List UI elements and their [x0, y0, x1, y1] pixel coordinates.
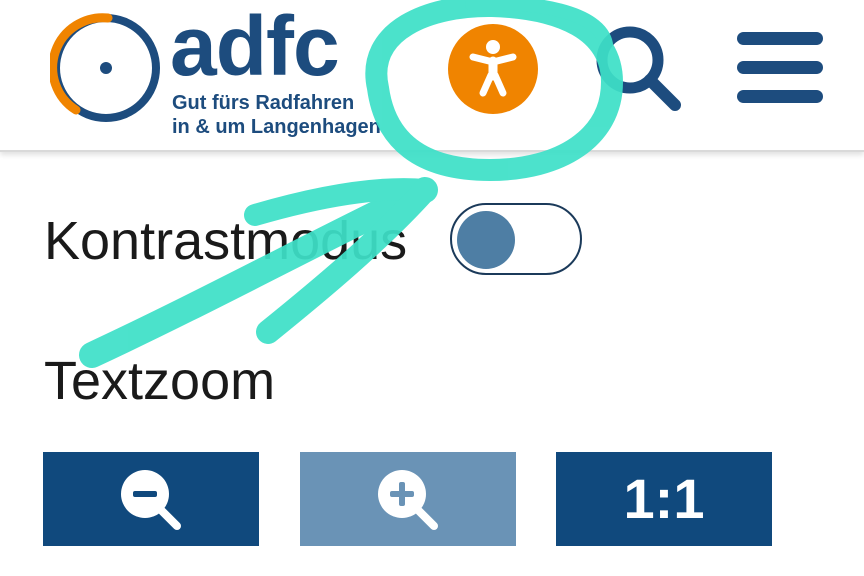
menu-bar-middle: [737, 61, 823, 74]
contrast-mode-label: Kontrastmodus: [44, 211, 408, 271]
menu-bar-top: [737, 32, 823, 45]
zoom-in-button[interactable]: [300, 452, 516, 546]
zoom-reset-label: 1:1: [623, 467, 705, 530]
adfc-wheel-logo-icon: [50, 13, 160, 122]
contrast-mode-toggle[interactable]: [450, 203, 582, 275]
zoom-reset-button[interactable]: 1:1: [556, 452, 772, 546]
accessibility-person-icon: [469, 40, 517, 97]
hamburger-menu-button[interactable]: [737, 30, 823, 106]
logo-tagline-line2: in & um Langenhagen: [172, 116, 381, 138]
menu-bar-bottom: [737, 90, 823, 103]
zoom-out-button[interactable]: [43, 452, 259, 546]
logo-tagline-line1: Gut fürs Radfahren: [172, 92, 355, 114]
adfc-logo[interactable]: adfc Gut fürs Radfahren in & um Langenha…: [50, 4, 390, 142]
accessibility-button[interactable]: [448, 24, 538, 114]
search-button[interactable]: [590, 20, 690, 120]
site-header: adfc Gut fürs Radfahren in & um Langenha…: [0, 0, 864, 152]
textzoom-label: Textzoom: [44, 351, 276, 411]
search-icon: [596, 26, 681, 111]
zoom-out-icon: [121, 470, 181, 530]
zoom-in-icon: [378, 470, 438, 530]
toggle-knob: [457, 211, 515, 269]
logo-wordmark: adfc: [170, 0, 340, 93]
